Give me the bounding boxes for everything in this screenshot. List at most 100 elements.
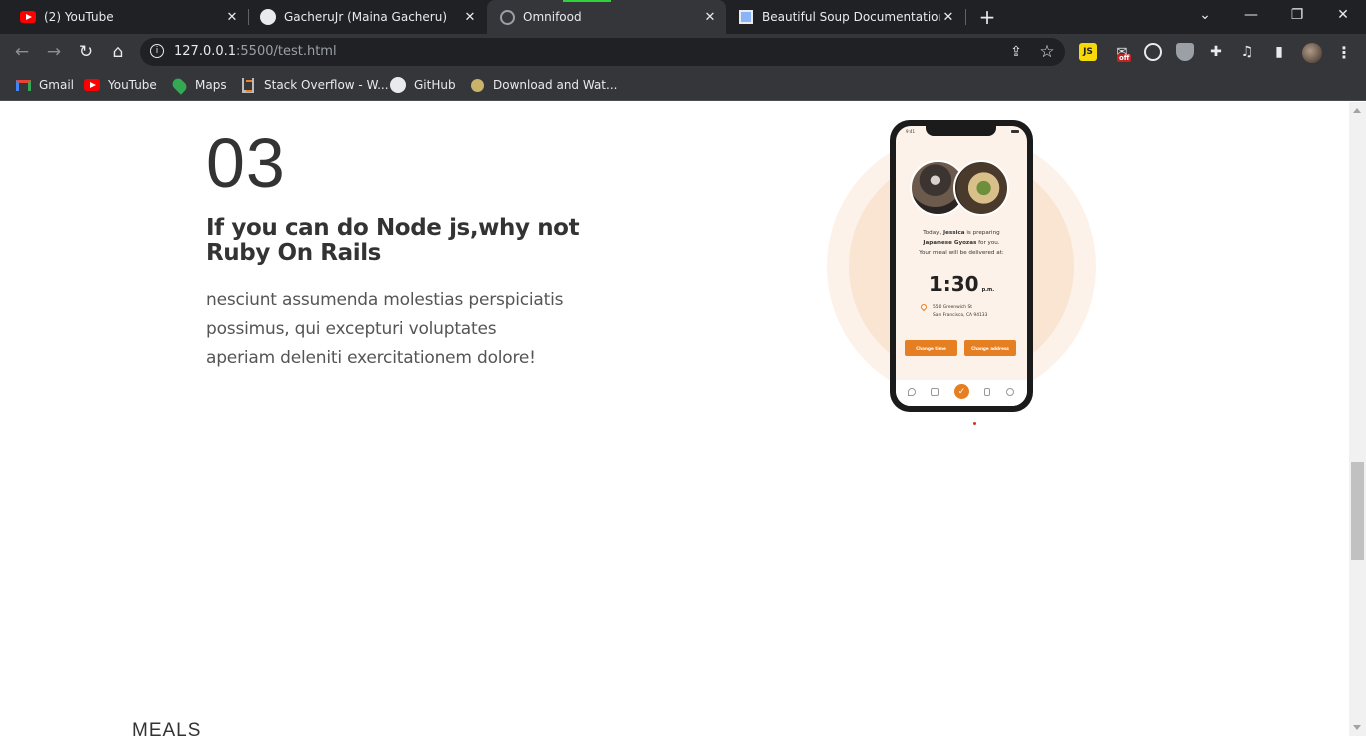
browser-toolbar: ← → ↻ ⌂ i 127.0.0.1:5500/test.html ⇪ ☆ J…: [0, 34, 1366, 70]
rocket-icon: [908, 388, 916, 396]
puzzle-extensions-icon[interactable]: ✚: [1207, 43, 1225, 61]
address-bar[interactable]: i 127.0.0.1:5500/test.html ⇪ ☆: [140, 38, 1065, 66]
minimize-button[interactable]: —: [1228, 0, 1274, 30]
bookmark-label: Stack Overflow - W...: [264, 78, 389, 92]
eta-suffix: p.m.: [981, 287, 995, 293]
address-line-1: 550 Greenwich St: [933, 305, 972, 310]
url-host: 127.0.0.1: [174, 44, 237, 59]
bookmark-youtube[interactable]: YouTube: [84, 76, 157, 94]
meals-section-label: MEALS: [132, 720, 202, 736]
back-button[interactable]: ←: [8, 38, 36, 66]
bookmark-star-icon[interactable]: ☆: [1038, 42, 1056, 62]
bookmark-github[interactable]: GitHub: [390, 76, 456, 94]
user-icon: [1006, 388, 1014, 396]
menu-kebab-icon[interactable]: ⋮: [1335, 43, 1353, 62]
url-text[interactable]: 127.0.0.1:5500/test.html: [174, 44, 337, 59]
tab-beautiful-soup[interactable]: Beautiful Soup Documentation — ✕: [726, 0, 964, 34]
home-button[interactable]: ⌂: [104, 38, 132, 66]
scroll-thumb[interactable]: [1351, 462, 1364, 560]
cursor-dot: [973, 422, 976, 425]
forward-button[interactable]: →: [40, 38, 68, 66]
dish-name: Japanese Gyozas: [923, 240, 977, 246]
share-icon[interactable]: ⇪: [1007, 43, 1025, 61]
github-icon: [390, 77, 406, 93]
download-icon: [469, 77, 485, 93]
bookmark-maps[interactable]: Maps: [169, 75, 227, 95]
close-tab-icon[interactable]: ✕: [224, 9, 240, 25]
bookmarks-bar: Gmail YouTube Maps Stack Overflow - W...…: [0, 70, 1366, 101]
side-panel-icon[interactable]: ▮: [1270, 43, 1288, 61]
phone-notch: [926, 126, 996, 136]
tab-search-icon[interactable]: ⌄: [1182, 0, 1228, 30]
youtube-icon: [84, 77, 100, 93]
bookmark-label: Download and Wat...: [493, 78, 618, 92]
url-path: :5500/test.html: [236, 44, 337, 59]
eta-time: 1:30: [928, 272, 979, 296]
change-time-button: Change time: [905, 340, 957, 356]
github-icon: [260, 9, 276, 25]
bookmark-label: GitHub: [414, 78, 456, 92]
media-control-icon[interactable]: ♫: [1238, 43, 1256, 61]
bookmark-download[interactable]: Download and Wat...: [469, 76, 617, 94]
calendar-icon: [931, 388, 939, 396]
location-pin-icon: [919, 302, 929, 312]
phone-bottom-nav: ✓: [896, 380, 1027, 406]
step-number: 03: [206, 124, 286, 202]
tab-github[interactable]: GacheruJr (Maina Gacheru) ✕: [248, 0, 486, 34]
bookmark-label: Maps: [195, 78, 227, 92]
page-scrollbar[interactable]: [1349, 102, 1366, 736]
close-tab-icon[interactable]: ✕: [940, 9, 956, 25]
js-extension-icon[interactable]: JS: [1079, 43, 1097, 61]
scroll-down-arrow-icon[interactable]: [1353, 725, 1361, 730]
meal-text-post: is preparing: [964, 230, 1000, 236]
meal-message: Today, Jessica is preparing Japanese Gyo…: [902, 228, 1021, 258]
bookmark-stack-overflow[interactable]: Stack Overflow - W...: [240, 76, 389, 94]
app-phone-mockup: 9:41 Today, Jessica is preparing Japanes…: [890, 120, 1033, 412]
phone-screen: 9:41 Today, Jessica is preparing Japanes…: [896, 126, 1027, 406]
bookmark-icon: [984, 388, 990, 396]
restore-button[interactable]: ❐: [1274, 0, 1320, 30]
gmail-icon: [15, 77, 31, 93]
status-time: 9:41: [906, 129, 915, 134]
delivery-line: Your meal will be delivered at:: [919, 250, 1004, 256]
site-info-icon[interactable]: i: [150, 44, 164, 58]
off-badge: off: [1117, 54, 1132, 62]
tab-separator: [965, 9, 966, 25]
profile-avatar[interactable]: [1302, 43, 1322, 63]
meal-text-pre: Today,: [923, 230, 944, 236]
mail-extension-icon[interactable]: ✉ off: [1113, 43, 1132, 62]
step-title: If you can do Node js,why not Ruby On Ra…: [206, 215, 580, 266]
delivery-time: 1:30 p.m.: [896, 272, 1027, 296]
tab-title: Omnifood: [523, 10, 582, 24]
bookmark-label: YouTube: [108, 78, 157, 92]
shield-extension-icon[interactable]: [1176, 43, 1194, 61]
battery-icon: [1011, 130, 1019, 133]
page-viewport: 03 If you can do Node js,why not Ruby On…: [0, 102, 1349, 736]
address-line-2: San Francisco, CA 94133: [933, 313, 988, 318]
tab-strip: (2) YouTube ✕ GacheruJr (Maina Gacheru) …: [0, 0, 1366, 34]
youtube-icon: [20, 9, 36, 25]
globe-icon: [499, 9, 515, 25]
bookmark-gmail[interactable]: Gmail: [15, 76, 74, 94]
cook-name: Jessica: [943, 230, 965, 236]
step-description: nesciunt assumenda molestias perspiciati…: [206, 290, 564, 368]
bookmark-label: Gmail: [39, 78, 75, 92]
scroll-up-arrow-icon[interactable]: [1353, 108, 1361, 113]
tab-youtube[interactable]: (2) YouTube ✕: [8, 0, 248, 34]
reload-button[interactable]: ↻: [72, 38, 100, 66]
close-tab-icon[interactable]: ✕: [702, 9, 718, 25]
tab-title: Beautiful Soup Documentation —: [762, 10, 940, 24]
maps-icon: [169, 75, 189, 95]
close-tab-icon[interactable]: ✕: [462, 9, 478, 25]
meal-text-suffix: for you.: [976, 240, 1000, 246]
tab-title: (2) YouTube: [44, 10, 114, 24]
check-icon: ✓: [954, 384, 969, 399]
new-tab-button[interactable]: +: [976, 5, 998, 29]
change-address-button: Change address: [964, 340, 1016, 356]
tab-omnifood[interactable]: Omnifood ✕: [487, 0, 726, 34]
delivery-address: 550 Greenwich St San Francisco, CA 94133: [933, 304, 987, 320]
close-window-button[interactable]: ✕: [1320, 0, 1366, 30]
target-extension-icon[interactable]: [1144, 43, 1162, 61]
tab-title: GacheruJr (Maina Gacheru): [284, 10, 448, 24]
stackoverflow-icon: [240, 77, 256, 93]
